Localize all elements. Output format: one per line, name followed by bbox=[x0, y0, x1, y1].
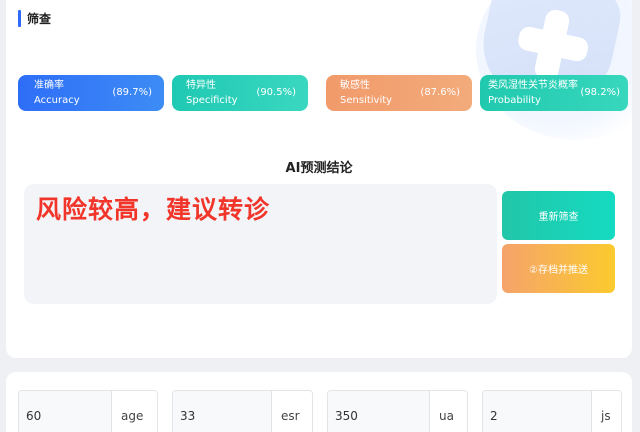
age-field[interactable]: 60 age bbox=[18, 390, 158, 432]
age-input[interactable]: 60 bbox=[19, 391, 111, 432]
section-title: 筛查 bbox=[27, 12, 52, 26]
section-accent-bar bbox=[18, 10, 21, 27]
save-and-push-button[interactable]: ②存档并推送 bbox=[502, 244, 615, 293]
screening-panel: 筛查 准确率 Accuracy (89.7%) 特异性 Specificity … bbox=[6, 0, 632, 358]
rescreen-button[interactable]: 重新筛查 bbox=[502, 191, 615, 240]
js-field[interactable]: 2 js bbox=[482, 390, 622, 432]
section-header: 筛查 bbox=[18, 10, 51, 27]
esr-unit-label: esr bbox=[271, 391, 312, 432]
metric-probability: 类风湿性关节炎概率 Probability (98.2%) bbox=[480, 75, 628, 111]
metric-accuracy: 准确率 Accuracy (89.7%) bbox=[18, 75, 164, 111]
js-input[interactable]: 2 bbox=[483, 391, 591, 432]
esr-field[interactable]: 33 esr bbox=[172, 390, 313, 432]
ai-conclusion-title: AI预测结论 bbox=[285, 161, 353, 176]
metric-value: (90.5%) bbox=[256, 87, 296, 98]
metric-value: (87.6%) bbox=[420, 87, 460, 98]
metric-value: (89.7%) bbox=[112, 87, 152, 98]
js-unit-label: js bbox=[591, 391, 621, 432]
esr-input[interactable]: 33 bbox=[173, 391, 271, 432]
metric-sensitivity: 敏感性 Sensitivity (87.6%) bbox=[326, 75, 472, 111]
ai-result-text: 风险较高，建议转诊 bbox=[36, 195, 271, 224]
ua-input[interactable]: 350 bbox=[328, 391, 429, 432]
metric-specificity: 特异性 Specificity (90.5%) bbox=[172, 75, 308, 111]
ai-result-box: 风险较高，建议转诊 bbox=[24, 184, 497, 304]
age-unit-label: age bbox=[111, 391, 157, 432]
metric-value: (98.2%) bbox=[580, 87, 620, 98]
ua-unit-label: ua bbox=[429, 391, 467, 432]
ua-field[interactable]: 350 ua bbox=[327, 390, 468, 432]
